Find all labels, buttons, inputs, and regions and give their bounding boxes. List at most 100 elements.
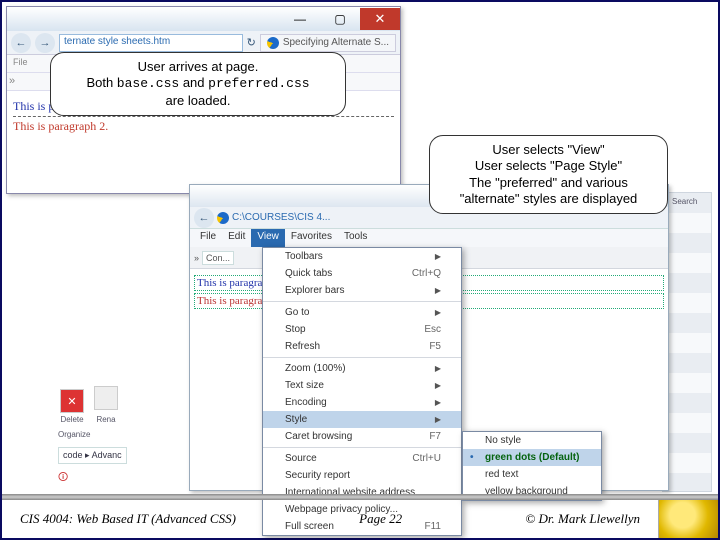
text: and [179, 75, 208, 90]
footer-center: Page 22 [359, 511, 402, 527]
menu-item-label: Quick tabs [285, 268, 332, 279]
menu-item-label: Toolbars [285, 251, 323, 262]
menu-item-shortcut: Esc [424, 324, 441, 335]
crumb: code [63, 450, 83, 460]
callout-line: are loaded. [61, 93, 335, 109]
submenu-arrow-icon: ▶ [435, 381, 441, 390]
menu-item-explorer-bars[interactable]: Explorer bars ▶ [263, 282, 461, 299]
callout-view: User selects "View" User selects "Page S… [429, 135, 668, 214]
menu-item-label: Zoom (100%) [285, 363, 346, 374]
menu-item-caret-browsing[interactable]: Caret browsing F7 [263, 428, 461, 445]
paragraph-2: This is paragraph 2. [13, 117, 394, 136]
label: Delete [58, 415, 86, 424]
callout-line: User selects "Page Style" [440, 158, 657, 174]
menu-tools[interactable]: Tools [338, 229, 373, 247]
browser-window-2: — ← C:\COURSES\CIS 4... File Edit View F… [189, 184, 669, 491]
menu-item-label: Stop [285, 324, 306, 335]
style-option-green-dots-default-[interactable]: green dots (Default) [463, 449, 601, 466]
footer-right: © Dr. Mark Llewellyn [525, 511, 640, 527]
code: preferred.css [208, 76, 309, 91]
slide: — ▢ ✕ ← → ternate style sheets.htm ↻ Spe… [0, 0, 720, 540]
ie-icon [217, 212, 229, 224]
callout-line: The "preferred" and various [440, 175, 657, 191]
menu-item-encoding[interactable]: Encoding ▶ [263, 394, 461, 411]
submenu-arrow-icon: ▶ [435, 364, 441, 373]
menu-item-style[interactable]: Style ▶ [263, 411, 461, 428]
menu-item-source[interactable]: Source Ctrl+U [263, 450, 461, 467]
menu-item-stop[interactable]: Stop Esc [263, 321, 461, 338]
callout-line: User arrives at page. [61, 59, 335, 75]
ucf-logo [658, 500, 718, 538]
forward-button[interactable]: → [35, 33, 55, 53]
menu-item-security-report[interactable]: Security report [263, 467, 461, 484]
menu-item-label: Source [285, 453, 317, 464]
alert-icon: 🛈 [58, 470, 188, 487]
menu-item-go-to[interactable]: Go to ▶ [263, 304, 461, 321]
code: base.css [117, 76, 179, 91]
menu-view[interactable]: View [251, 229, 285, 247]
footer: CIS 4004: Web Based IT (Advanced CSS) Pa… [2, 500, 718, 538]
menu-item-zoom-100-[interactable]: Zoom (100%) ▶ [263, 360, 461, 377]
menu-item-label: Security report [285, 470, 350, 481]
menu-item-text-size[interactable]: Text size ▶ [263, 377, 461, 394]
minimize-button[interactable]: — [280, 8, 320, 30]
menu-edit[interactable]: Edit [222, 229, 251, 247]
right-pane-fragment [662, 192, 712, 492]
menu-item-label: Style [285, 414, 307, 425]
label: Organize [58, 430, 188, 439]
callout-line: Both base.css and preferred.css [61, 75, 335, 92]
callout-line: "alternate" styles are displayed [440, 191, 657, 207]
submenu-arrow-icon: ▶ [435, 398, 441, 407]
view-menu-dropdown: Toolbars▶Quick tabsCtrl+QExplorer bars▶G… [262, 247, 462, 536]
submenu-arrow-icon: ▶ [435, 286, 441, 295]
ie-icon [267, 37, 279, 49]
menu-file[interactable]: File [194, 229, 222, 247]
menu-item-label: Explorer bars [285, 285, 344, 296]
maximize-button[interactable]: ▢ [320, 8, 360, 30]
menu-item-label: Go to [285, 307, 309, 318]
menu-separator [263, 447, 461, 448]
titlebar: — ▢ ✕ [7, 7, 400, 31]
rename-icon[interactable] [94, 386, 118, 410]
menu-item-toolbars[interactable]: Toolbars ▶ [263, 248, 461, 265]
menu-item-label: Caret browsing [285, 431, 352, 442]
menu-separator [263, 301, 461, 302]
menu-item-shortcut: Ctrl+Q [412, 268, 441, 279]
explorer-fragment: ✕ Delete Rena Organize code ▸ Advanc 🛈 [58, 384, 188, 484]
submenu-arrow-icon: ▶ [435, 415, 441, 424]
crumb: Advanc [92, 450, 122, 460]
url-field-2[interactable]: C:\COURSES\CIS 4... [232, 212, 330, 223]
menu-item-shortcut: Ctrl+U [412, 453, 441, 464]
callout-arrive: User arrives at page. Both base.css and … [50, 52, 346, 116]
back-button[interactable]: ← [194, 208, 214, 228]
menu-item-quick-tabs[interactable]: Quick tabs Ctrl+Q [263, 265, 461, 282]
callout-line: User selects "View" [440, 142, 657, 158]
menu-favorites[interactable]: Favorites [285, 229, 338, 247]
back-button[interactable]: ← [11, 33, 31, 53]
submenu-arrow-icon: ▶ [435, 308, 441, 317]
close-button[interactable]: ✕ [360, 8, 400, 30]
tab-title: Specifying Alternate S... [283, 37, 389, 48]
menu-separator [263, 357, 461, 358]
delete-icon[interactable]: ✕ [60, 389, 84, 413]
style-option-red-text[interactable]: red text [463, 466, 601, 483]
label: Rena [92, 415, 120, 424]
breadcrumb-fragment[interactable]: code ▸ Advanc [58, 447, 127, 464]
right-pane-label: Search [672, 197, 697, 206]
style-option-no-style[interactable]: No style [463, 432, 601, 449]
menu-item-refresh[interactable]: Refresh F5 [263, 338, 461, 355]
refresh-icon[interactable]: ↻ [247, 36, 256, 49]
text: Both [86, 75, 116, 90]
menu-item-shortcut: F7 [429, 431, 441, 442]
browser-tab[interactable]: Specifying Alternate S... [260, 34, 396, 52]
menu-item-label: Text size [285, 380, 324, 391]
toolbar-item[interactable]: Con... [202, 251, 234, 265]
menu-item-shortcut: F5 [429, 341, 441, 352]
url-field[interactable]: ternate style sheets.htm [59, 34, 243, 52]
menu-item-label: Refresh [285, 341, 320, 352]
submenu-arrow-icon: ▶ [435, 252, 441, 261]
toolbar-chevron-icon[interactable]: » [194, 253, 199, 263]
menubar: File Edit View Favorites Tools [190, 229, 668, 247]
menu-item-label: Encoding [285, 397, 327, 408]
style-submenu: No stylegreen dots (Default)red textyell… [462, 431, 602, 501]
